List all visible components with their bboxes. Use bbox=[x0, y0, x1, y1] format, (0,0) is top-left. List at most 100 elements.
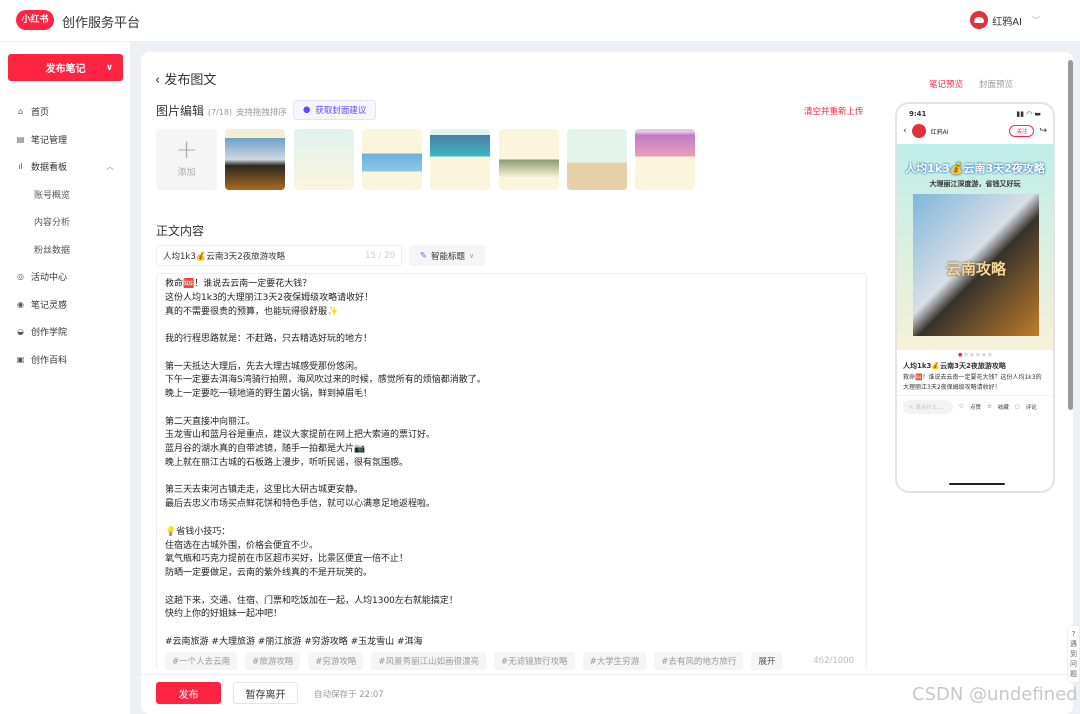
topic-tag[interactable]: #去有风的地方旅行 bbox=[654, 652, 744, 670]
question-icon: ? bbox=[1071, 630, 1076, 638]
sidebar-item-label: 笔记灵感 bbox=[31, 300, 68, 311]
image-section-title: 图片编辑 (7/18) 支持拖拽排序 bbox=[156, 102, 287, 119]
cover-overlay-text: 云南攻略 bbox=[945, 260, 1006, 278]
sidebar-item-content-analysis[interactable]: 内容分析 bbox=[0, 208, 130, 236]
preview-tabs: 笔记预览 封面预览 bbox=[929, 78, 1013, 90]
collect-label: 收藏 bbox=[997, 405, 1009, 411]
help-label: 遇到问题 bbox=[1070, 640, 1077, 678]
drag-hint: 支持拖拽排序 bbox=[235, 108, 287, 118]
sidebar-item-account-overview[interactable]: 账号概览 bbox=[0, 181, 130, 209]
sidebar-item-activity[interactable]: ◎ 活动中心 bbox=[0, 263, 130, 291]
topic-suggestions: #一个人去云南 #旅游攻略 #穷游攻略 #风景秀丽江山如画很漂亮 #无滤镜旅行攻… bbox=[165, 652, 783, 670]
sidebar-item-wiki[interactable]: ▣ 创作百科 bbox=[0, 346, 130, 374]
follow-button: 关注 bbox=[1009, 125, 1035, 137]
image-thumbnail[interactable] bbox=[635, 129, 695, 190]
sidebar-item-dashboard[interactable]: ıl 数据看板 ︿ bbox=[0, 153, 130, 181]
cover-suggestion-button[interactable]: ● 获取封面建议 bbox=[293, 100, 377, 120]
body-text[interactable]: 救命🆘！谁说去云南一定要花大钱？ 这份人均1k3的大理丽江3天2夜保姆级攻略请收… bbox=[165, 278, 486, 650]
chevron-left-icon: ‹ bbox=[903, 126, 907, 136]
sidebar-item-fans-data[interactable]: 粉丝数据 bbox=[0, 236, 130, 264]
topic-tag[interactable]: #一个人去云南 bbox=[165, 652, 238, 670]
bulb-search-icon: ◉ bbox=[17, 299, 24, 309]
heart-icon: ♡ bbox=[959, 404, 964, 410]
chart-icon: ıl bbox=[18, 162, 23, 172]
sidebar: 发布笔记 ∨ ⌂ 首页 ▤ 笔记管理 ıl 数据看板 ︿ 账号概览 内容分析 粉丝数据 ◎… bbox=[0, 42, 130, 714]
plus-icon: + bbox=[175, 135, 198, 165]
author-name: 红鸦AI bbox=[930, 128, 949, 136]
comment-placeholder: 说点什么... bbox=[915, 405, 943, 411]
clear-reupload-button[interactable]: 清空并重新上传 bbox=[804, 105, 864, 117]
watermark: CSDN @undefined bbox=[912, 684, 1078, 705]
smart-title-label: 智能标题 bbox=[430, 251, 465, 262]
title-value: 人均1k3💰云南3天2夜旅游攻略 bbox=[163, 251, 286, 262]
body-textarea[interactable]: 救命🆘！谁说去云南一定要花大钱？ 这份人均1k3的大理丽江3天2夜保姆级攻略请收… bbox=[156, 273, 867, 670]
sidebar-item-academy[interactable]: ◒ 创作学院 bbox=[0, 318, 130, 346]
sidebar-nav: ⌂ 首页 ▤ 笔记管理 ıl 数据看板 ︿ 账号概览 内容分析 粉丝数据 ◎ 活动中心 ◉… bbox=[0, 98, 130, 373]
chevron-down-icon: ﹀ bbox=[1032, 15, 1040, 25]
publish-note-label: 发布笔记 bbox=[45, 64, 86, 75]
page-title: 发布图文 bbox=[164, 73, 217, 88]
xiaohongshu-logo[interactable]: 小红书 bbox=[16, 10, 54, 30]
tab-cover-preview[interactable]: 封面预览 bbox=[979, 78, 1013, 90]
add-image-button[interactable]: + 添加 bbox=[156, 129, 217, 190]
sidebar-item-label: 首页 bbox=[31, 108, 50, 119]
scrollbar[interactable] bbox=[1068, 60, 1073, 410]
image-thumbnail[interactable] bbox=[430, 129, 490, 190]
title-char-count: 15 / 20 bbox=[365, 250, 395, 261]
image-thumbnail[interactable] bbox=[225, 129, 285, 190]
topic-tag[interactable]: #穷游攻略 bbox=[308, 652, 364, 670]
image-thumbnail[interactable] bbox=[499, 129, 559, 190]
cover-title: 人均1k3💰云南3天2夜攻略 bbox=[905, 162, 1045, 175]
phone-preview: 9:41 ▮▮ ◠ ▬ ‹ 红鸦AI 关注 ↪ 人均1k3💰云南3天2夜攻略 大理… bbox=[895, 102, 1055, 493]
help-button[interactable]: ? 遇到问题 bbox=[1067, 625, 1080, 683]
book-icon: ▣ bbox=[16, 354, 25, 364]
sidebar-item-label: 创作学院 bbox=[31, 328, 68, 339]
image-thumbnail[interactable] bbox=[294, 129, 354, 190]
sidebar-item-home[interactable]: ⌂ 首页 bbox=[0, 98, 130, 126]
sidebar-item-label: 数据看板 bbox=[31, 163, 68, 174]
chevron-up-icon: ︿ bbox=[106, 162, 114, 172]
star-icon: ☆ bbox=[986, 404, 992, 410]
publish-button[interactable]: 发布 bbox=[156, 682, 221, 704]
home-icon: ⌂ bbox=[17, 107, 24, 117]
signal-wifi-battery-icon: ▮▮ ◠ ▬ bbox=[1016, 110, 1041, 118]
sidebar-item-label: 内容分析 bbox=[34, 218, 71, 229]
image-section-label: 图片编辑 bbox=[156, 104, 205, 118]
preview-note-title: 人均1k3💰云南3天2夜旅游攻略 bbox=[903, 362, 1006, 370]
topic-tag[interactable]: #风景秀丽江山如画很漂亮 bbox=[371, 652, 486, 670]
topic-tag[interactable]: #大学生穷游 bbox=[582, 652, 647, 670]
body-section-title: 正文内容 bbox=[156, 224, 205, 238]
sidebar-item-label: 粉丝数据 bbox=[34, 245, 71, 256]
publish-note-button[interactable]: 发布笔记 ∨ bbox=[8, 54, 123, 81]
sidebar-item-notes[interactable]: ▤ 笔记管理 bbox=[0, 126, 130, 154]
share-icon: ↪ bbox=[1039, 126, 1047, 136]
topic-tag[interactable]: #旅游攻略 bbox=[245, 652, 301, 670]
sidebar-item-label: 创作百科 bbox=[31, 355, 68, 366]
preview-note-text: 救命🆘！谁说去云南一定要花大钱？这份人均1k3的大理丽江3天2夜保姆级攻略请收好… bbox=[903, 374, 1042, 391]
comment-label: 评论 bbox=[1025, 405, 1037, 411]
cover-collage: 云南攻略 bbox=[913, 194, 1039, 336]
back-button[interactable]: ‹ 发布图文 bbox=[155, 69, 216, 88]
status-time: 9:41 bbox=[909, 110, 927, 118]
smart-title-button[interactable]: ✎ 智能标题 ∨ bbox=[409, 245, 485, 266]
preview-actions: ✎ 说点什么... ♡ 点赞 ☆ 收藏 ◌ 评论 bbox=[897, 395, 1053, 418]
expand-tags-button[interactable]: 展开 bbox=[751, 652, 783, 670]
status-bar: 9:41 ▮▮ ◠ ▬ bbox=[897, 104, 1053, 118]
top-header: 小红书 创作服务平台 红鸦AI ﹀ bbox=[0, 0, 1080, 42]
chevron-down-icon[interactable]: ∨ bbox=[106, 63, 113, 73]
sidebar-item-inspiration[interactable]: ◉ 笔记灵感 bbox=[0, 291, 130, 319]
image-thumbnail[interactable] bbox=[567, 129, 627, 190]
target-icon: ◎ bbox=[17, 272, 24, 282]
topic-tag[interactable]: #无滤镜旅行攻略 bbox=[494, 652, 575, 670]
user-menu[interactable]: 红鸦AI ﹀ bbox=[970, 11, 1040, 29]
image-thumbnail[interactable] bbox=[362, 129, 422, 190]
location-pin-icon: ● bbox=[303, 105, 311, 115]
autosave-status: 自动保存于 22:07 bbox=[314, 690, 384, 700]
note-title-input[interactable]: 人均1k3💰云南3天2夜旅游攻略 15 / 20 bbox=[156, 245, 402, 266]
avatar bbox=[970, 11, 989, 29]
save-draft-button[interactable]: 暂存离开 bbox=[233, 682, 298, 704]
chevron-left-icon: ‹ bbox=[155, 73, 165, 88]
comment-icon: ◌ bbox=[1014, 404, 1020, 410]
comment-input: ✎ 说点什么... bbox=[903, 400, 953, 414]
tab-note-preview[interactable]: 笔记预览 bbox=[929, 78, 963, 90]
